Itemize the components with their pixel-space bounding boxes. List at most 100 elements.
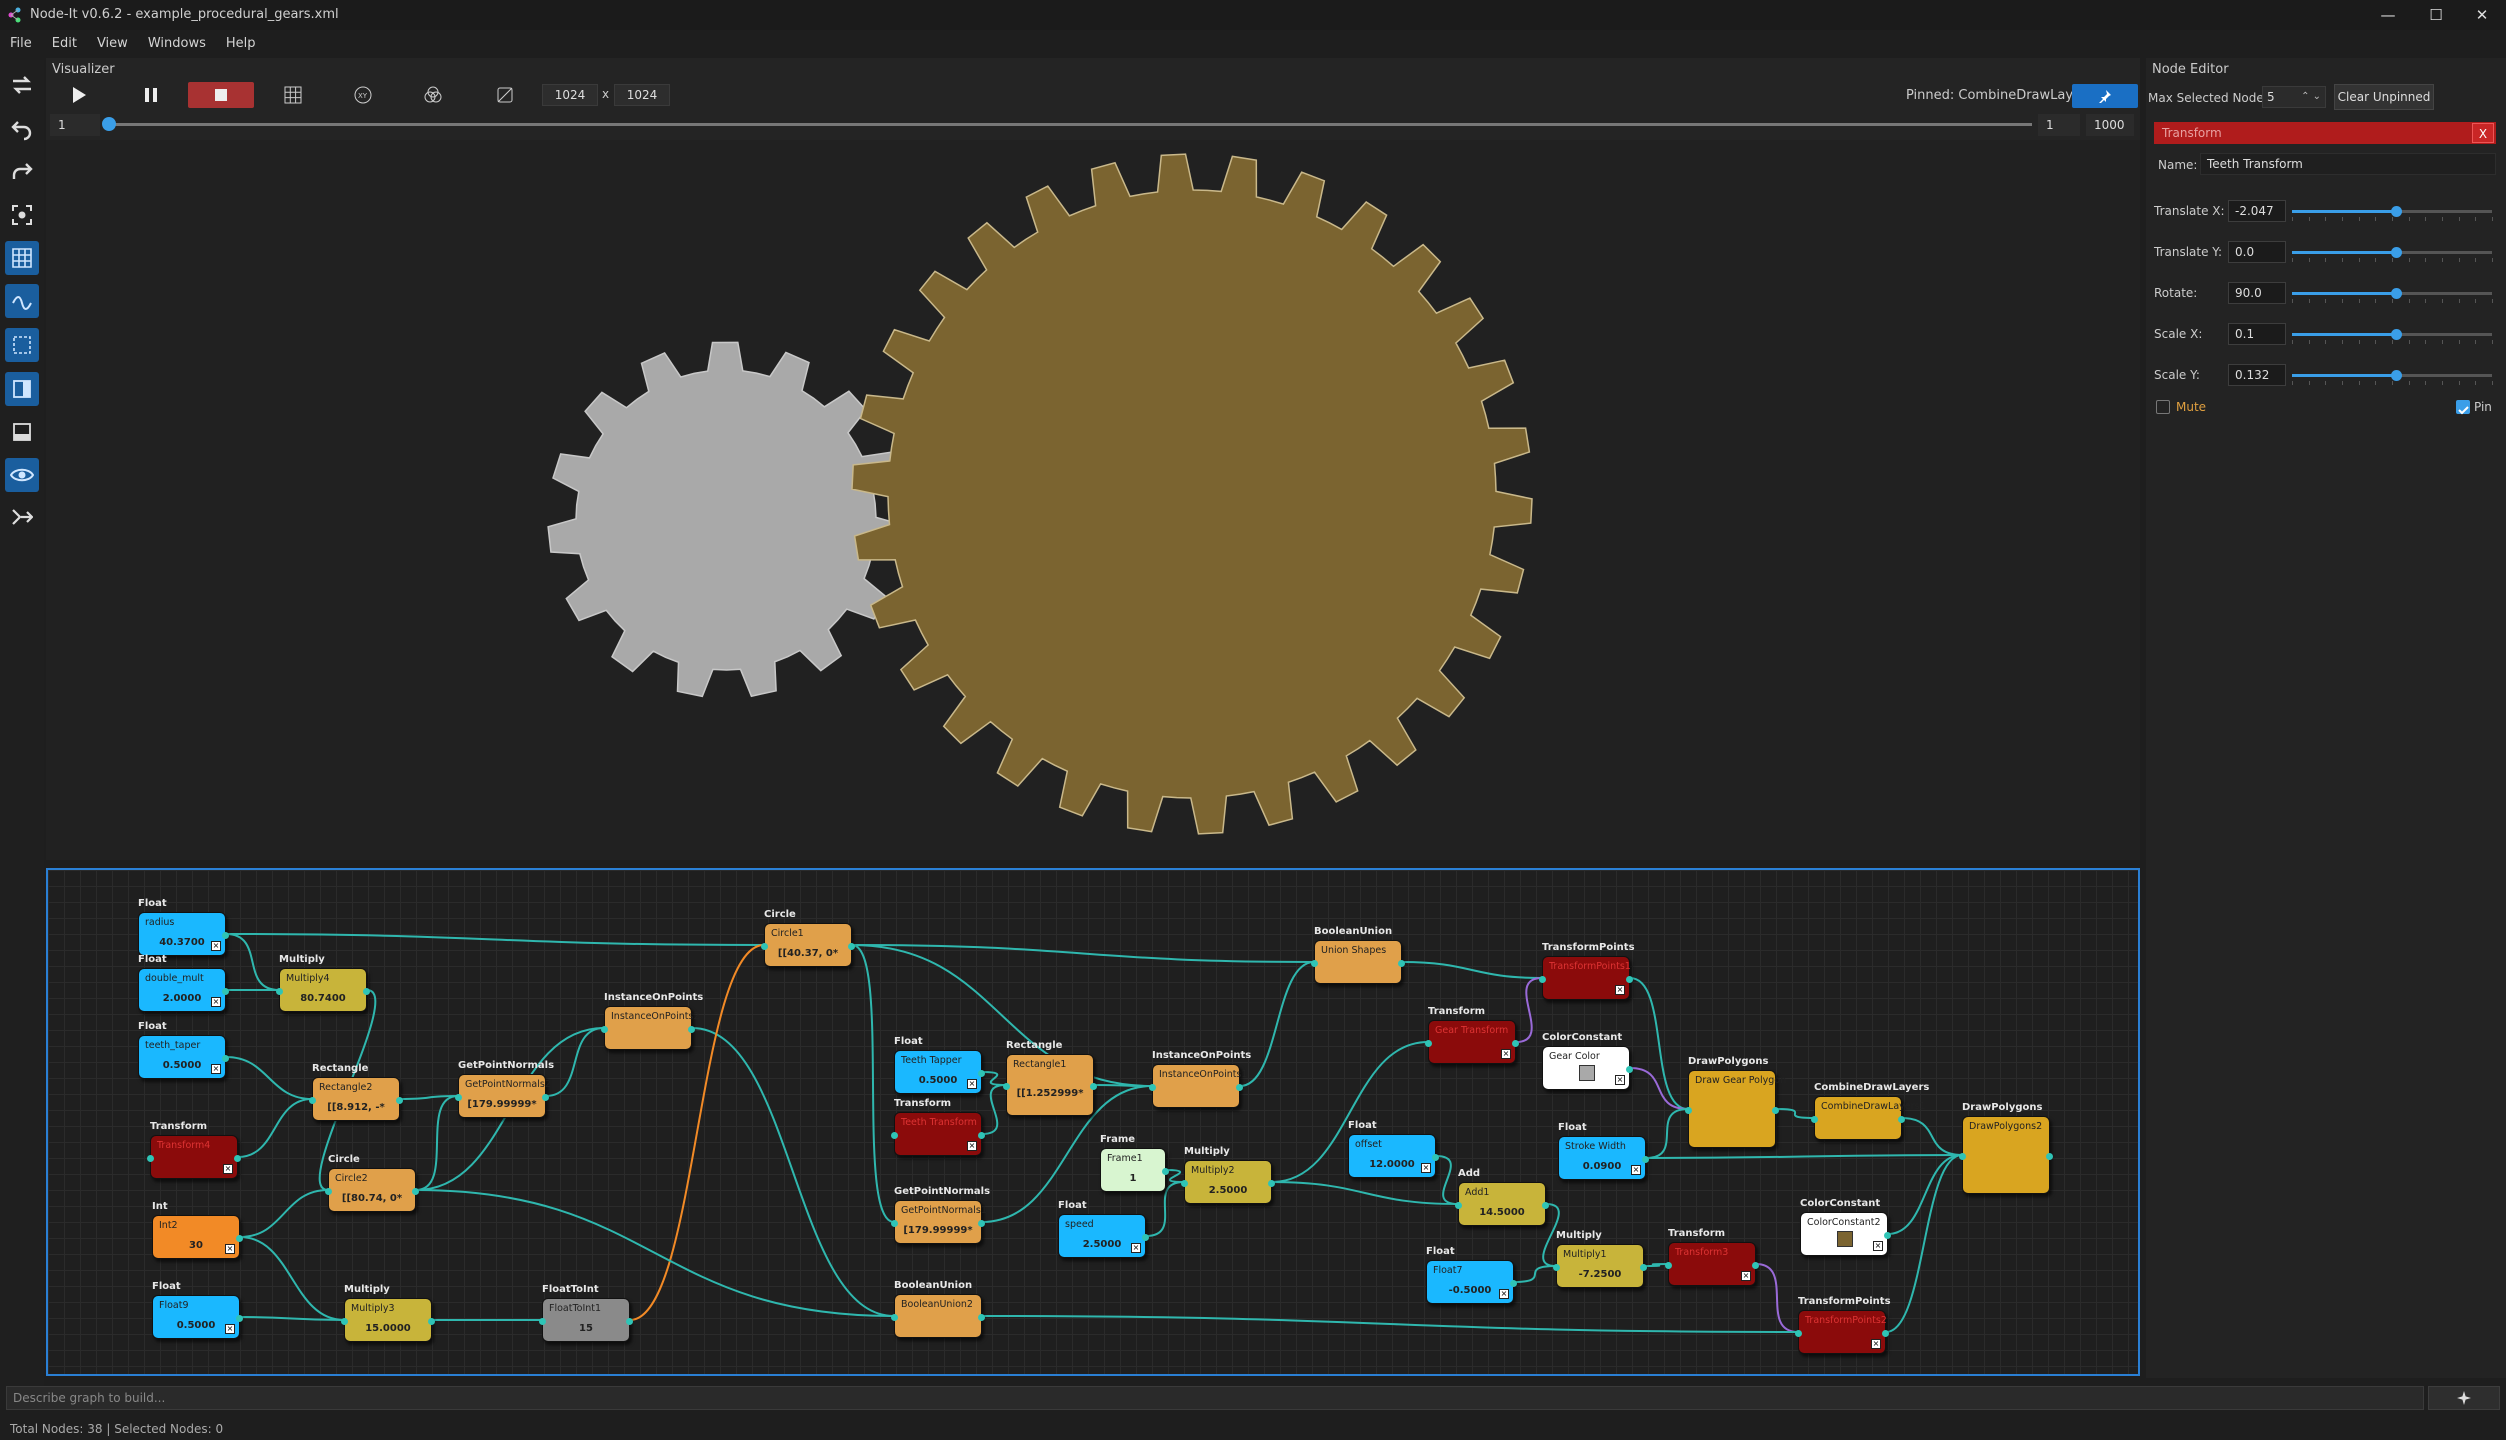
node-expand-icon[interactable]: × <box>1615 985 1625 995</box>
layers-icon[interactable] <box>420 82 446 108</box>
max-selected-spinbox[interactable]: 5 ⌃ ⌄ <box>2262 86 2326 108</box>
graph-node[interactable]: TransformPoints1 × <box>1539 956 1633 1000</box>
input-port[interactable] <box>1795 1330 1802 1337</box>
output-port[interactable] <box>1898 1116 1905 1123</box>
param-slider-knob[interactable] <box>2391 370 2402 381</box>
axes-icon[interactable]: XY <box>350 82 376 108</box>
graph-node[interactable]: Multiply4 80.7400 <box>276 968 370 1012</box>
output-port[interactable] <box>1626 1066 1633 1073</box>
output-port[interactable] <box>1752 1262 1759 1269</box>
frame-end-input[interactable]: 1000 <box>2086 114 2134 136</box>
render-canvas[interactable] <box>46 140 2140 860</box>
param-slider-knob[interactable] <box>2391 206 2402 217</box>
output-port[interactable] <box>1642 1156 1649 1163</box>
node-expand-icon[interactable]: × <box>1741 1271 1751 1281</box>
node-expand-icon[interactable]: × <box>211 941 221 951</box>
param-value-input[interactable]: 90.0 <box>2228 282 2286 304</box>
output-port[interactable] <box>688 1026 695 1033</box>
graph-node[interactable]: Teeth Tapper 0.5000 × <box>894 1050 985 1094</box>
param-value-input[interactable]: 0.0 <box>2228 241 2286 263</box>
graph-node[interactable]: DrawPolygons2 <box>1959 1116 2053 1194</box>
redo-icon[interactable] <box>5 154 39 188</box>
node-expand-icon[interactable]: × <box>1131 1243 1141 1253</box>
graph-node[interactable]: Circle1 [[40.37, 0* <box>761 923 855 967</box>
node-expand-icon[interactable]: × <box>1421 1163 1431 1173</box>
output-port[interactable] <box>412 1188 419 1195</box>
graph-node[interactable]: radius 40.3700 × <box>138 912 229 956</box>
input-port[interactable] <box>147 1155 154 1162</box>
graph-node[interactable]: speed 2.5000 × <box>1058 1214 1149 1258</box>
export-icon[interactable] <box>5 500 39 534</box>
node-expand-icon[interactable]: × <box>1499 1289 1509 1299</box>
node-expand-icon[interactable]: × <box>225 1324 235 1334</box>
input-port[interactable] <box>1553 1264 1560 1271</box>
graph-node[interactable]: Rectangle2 [[8.912, -* <box>309 1077 403 1121</box>
node-expand-icon[interactable]: × <box>211 997 221 1007</box>
graph-node[interactable]: Gear Transform × <box>1425 1020 1519 1064</box>
output-port[interactable] <box>1142 1234 1149 1241</box>
input-port[interactable] <box>455 1094 462 1101</box>
graph-node[interactable]: TransformPoints2 × <box>1795 1310 1889 1354</box>
output-port[interactable] <box>428 1318 435 1325</box>
input-port[interactable] <box>1811 1116 1818 1123</box>
node-expand-icon[interactable]: × <box>225 1244 235 1254</box>
graph-node[interactable]: Rectangle1 [[1.252999* <box>1003 1054 1097 1116</box>
graph-node[interactable]: Float9 0.5000 × <box>152 1295 243 1339</box>
output-port[interactable] <box>542 1094 549 1101</box>
grid-toggle-icon[interactable] <box>5 241 39 275</box>
graph-node[interactable]: Stroke Width 0.0900 × <box>1558 1136 1649 1180</box>
param-value-input[interactable]: 0.1 <box>2228 323 2286 345</box>
undo-icon[interactable] <box>5 112 39 146</box>
output-port[interactable] <box>1512 1040 1519 1047</box>
param-slider-knob[interactable] <box>2391 247 2402 258</box>
output-port[interactable] <box>1882 1330 1889 1337</box>
play-icon[interactable] <box>66 82 92 108</box>
graph-node[interactable]: Draw Gear Polygon <box>1685 1070 1786 1148</box>
frame-current-input[interactable]: 1 <box>2038 114 2080 136</box>
graph-node[interactable]: Gear Color × <box>1542 1046 1633 1090</box>
graph-node[interactable]: Float7 -0.5000 × <box>1426 1260 1517 1304</box>
clear-unpinned-button[interactable]: Clear Unpinned <box>2334 84 2434 110</box>
frame-start-input[interactable]: 1 <box>50 114 100 136</box>
output-port[interactable] <box>978 1314 985 1321</box>
timeline-slider[interactable] <box>108 123 2032 126</box>
menu-view[interactable]: View <box>87 32 138 56</box>
pin-button[interactable] <box>2072 84 2138 108</box>
graph-node[interactable]: Int2 30 × <box>152 1215 243 1259</box>
spinner-arrows-icon[interactable]: ⌃ ⌄ <box>2301 87 2321 107</box>
param-slider[interactable] <box>2292 247 2493 262</box>
graph-node[interactable]: GetPointNormals1 [179.99999* <box>891 1200 987 1244</box>
output-port[interactable] <box>1162 1168 1169 1175</box>
graph-node[interactable]: offset 12.0000 × <box>1348 1134 1439 1178</box>
input-port[interactable] <box>761 943 768 950</box>
graph-node[interactable]: Add1 14.5000 <box>1455 1182 1549 1226</box>
output-port[interactable] <box>1268 1180 1275 1187</box>
graph-node[interactable]: Teeth Transform × <box>891 1112 985 1156</box>
close-window-button[interactable]: ✕ <box>2456 0 2506 30</box>
graph-node[interactable]: CombineDrawLayers1 <box>1811 1096 1926 1140</box>
graph-node[interactable]: teeth_taper 0.5000 × <box>138 1035 229 1079</box>
frame-focus-icon[interactable] <box>5 198 39 232</box>
node-expand-icon[interactable]: × <box>1501 1049 1511 1059</box>
menu-file[interactable]: File <box>0 32 42 56</box>
pause-icon[interactable] <box>138 82 164 108</box>
param-slider-knob[interactable] <box>2391 329 2402 340</box>
input-port[interactable] <box>1181 1180 1188 1187</box>
output-port[interactable] <box>1432 1154 1439 1161</box>
output-port[interactable] <box>978 1070 985 1077</box>
input-port[interactable] <box>891 1220 898 1227</box>
grid-icon[interactable] <box>280 82 306 108</box>
stop-button[interactable] <box>188 82 254 108</box>
selection-box-icon[interactable] <box>5 328 39 362</box>
graph-node[interactable]: Transform4 × <box>147 1135 241 1179</box>
node-expand-icon[interactable]: × <box>1871 1339 1881 1349</box>
output-port[interactable] <box>222 932 229 939</box>
input-port[interactable] <box>1311 960 1318 967</box>
output-port[interactable] <box>978 1220 985 1227</box>
output-port[interactable] <box>1236 1084 1243 1091</box>
param-value-input[interactable]: 0.132 <box>2228 364 2286 386</box>
output-port[interactable] <box>978 1132 985 1139</box>
node-expand-icon[interactable]: × <box>1873 1241 1883 1251</box>
resolution-width-input[interactable]: 1024 <box>542 84 598 106</box>
input-port[interactable] <box>1959 1153 1966 1160</box>
